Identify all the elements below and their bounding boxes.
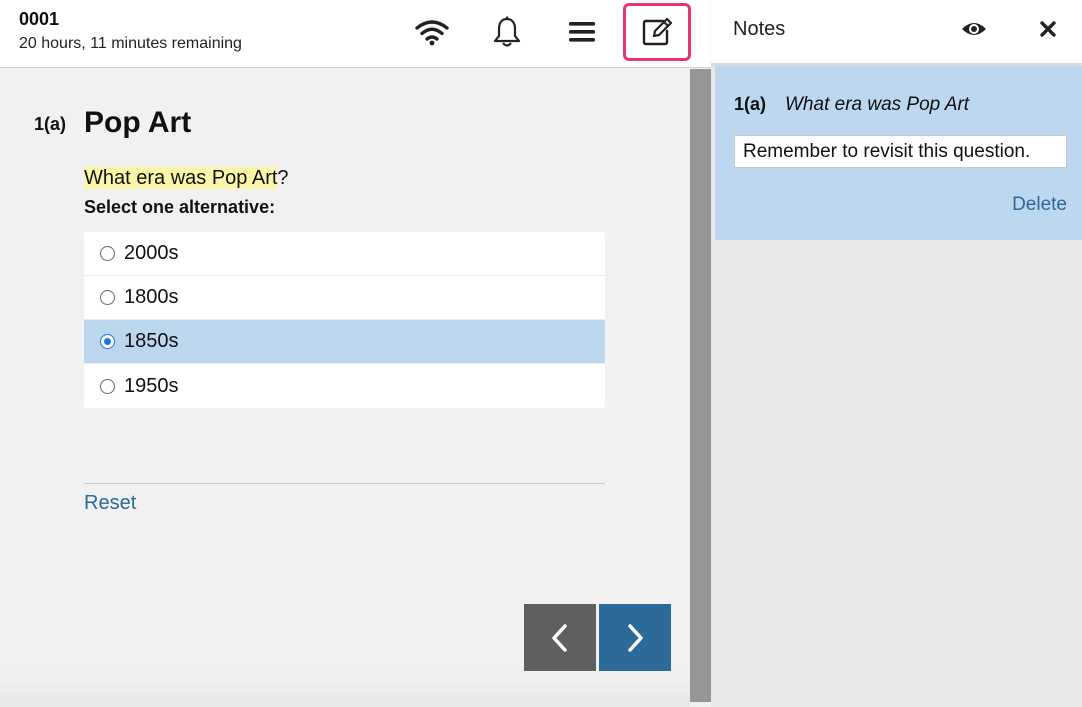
chevron-right-icon — [628, 623, 643, 652]
option-label: 2000s — [124, 242, 179, 264]
radio-button[interactable] — [100, 290, 115, 305]
highlighted-text: What era was Pop Art — [84, 167, 278, 189]
note-question-ref: 1(a) — [734, 94, 767, 114]
reset-link[interactable]: Reset — [84, 492, 136, 515]
radio-button[interactable] — [100, 378, 115, 394]
option-label: 1850s — [124, 330, 179, 352]
notes-header: Notes — [711, 0, 1082, 64]
answer-option[interactable]: 1950s — [84, 364, 605, 408]
top-bar: 0001 20 hours, 11 minutes remaining — [0, 0, 711, 68]
question-text: What era was Pop Art? — [84, 167, 289, 190]
divider — [84, 483, 605, 484]
notes-title: Notes — [733, 18, 786, 40]
option-label: 1800s — [124, 286, 179, 308]
answer-options: 2000s 1800s 1850s 1950s — [84, 232, 605, 408]
note-input[interactable] — [734, 135, 1067, 168]
radio-button-checked[interactable] — [100, 334, 115, 349]
answer-option[interactable]: 1800s — [84, 276, 605, 320]
note-card: 1(a) What era was Pop Art Delete — [715, 66, 1082, 240]
edit-notes-icon[interactable] — [623, 3, 691, 61]
next-button[interactable] — [599, 604, 671, 671]
candidate-id: 0001 — [19, 9, 60, 29]
previous-button[interactable] — [524, 604, 596, 671]
chevron-left-icon — [552, 623, 567, 652]
menu-icon[interactable] — [560, 12, 604, 52]
delete-note-link[interactable]: Delete — [1012, 194, 1067, 216]
option-label: 1950s — [124, 374, 179, 397]
scrollbar[interactable] — [690, 69, 711, 702]
eye-icon[interactable] — [957, 14, 991, 44]
wifi-icon[interactable] — [410, 12, 454, 52]
bell-icon[interactable] — [485, 12, 529, 52]
answer-option[interactable]: 2000s — [84, 232, 605, 276]
question-text-end: ? — [277, 167, 289, 189]
question-title: Pop Art — [84, 106, 192, 139]
note-question-text: What era was Pop Art — [785, 94, 970, 115]
question-instruction: Select one alternative: — [84, 197, 276, 217]
answer-option-selected[interactable]: 1850s — [84, 320, 605, 364]
radio-button[interactable] — [100, 246, 115, 261]
time-remaining: 20 hours, 11 minutes remaining — [19, 35, 242, 52]
question-number: 1(a) — [34, 114, 67, 134]
close-icon[interactable] — [1033, 14, 1063, 44]
